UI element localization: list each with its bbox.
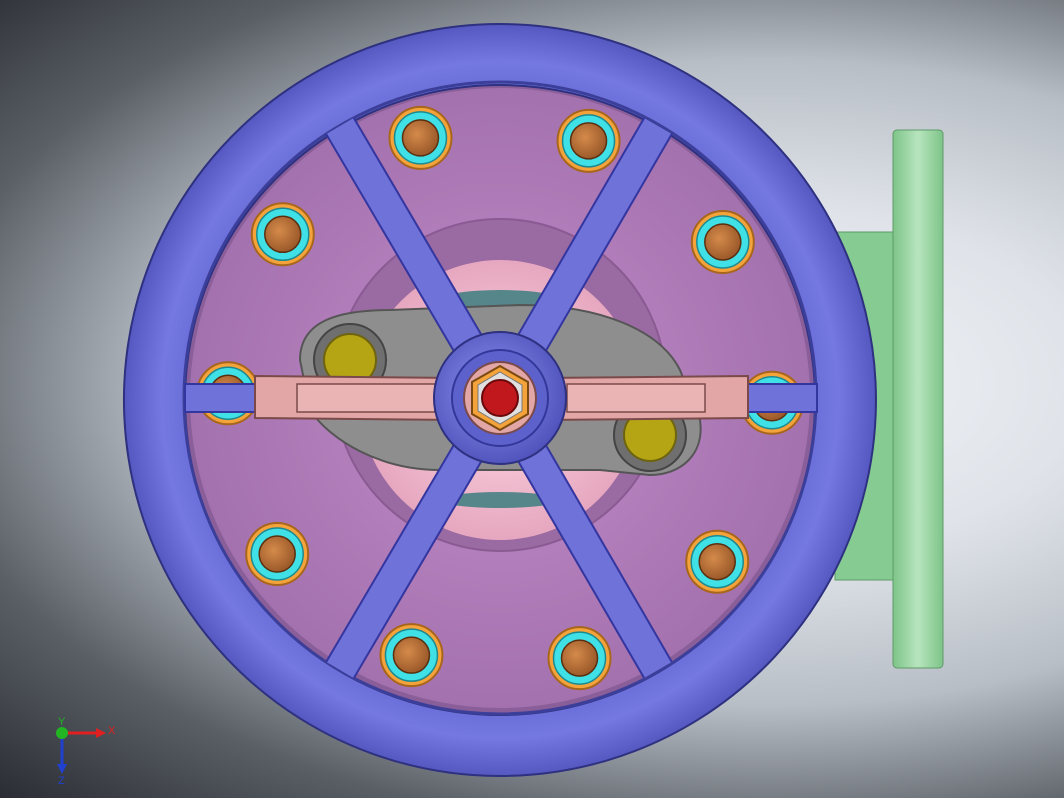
bolt — [379, 623, 444, 688]
z-axis-label: Z — [58, 775, 65, 786]
stem-red-cap — [481, 379, 519, 417]
bolt — [556, 108, 621, 173]
valve-model[interactable] — [0, 0, 1064, 798]
bolt — [245, 522, 310, 587]
bolt — [690, 209, 755, 274]
bolt — [685, 529, 750, 594]
orientation-triad: X Y Z — [56, 716, 116, 786]
bolt — [547, 626, 612, 691]
x-axis-arrow — [96, 728, 106, 738]
x-axis-label: X — [108, 725, 116, 737]
bolt — [388, 105, 453, 170]
cad-viewport[interactable]: X Y Z — [0, 0, 1064, 798]
bolt — [250, 202, 315, 267]
z-axis-arrow — [57, 764, 67, 774]
y-axis-label: Y — [58, 716, 66, 728]
y-axis-dot — [56, 727, 68, 739]
